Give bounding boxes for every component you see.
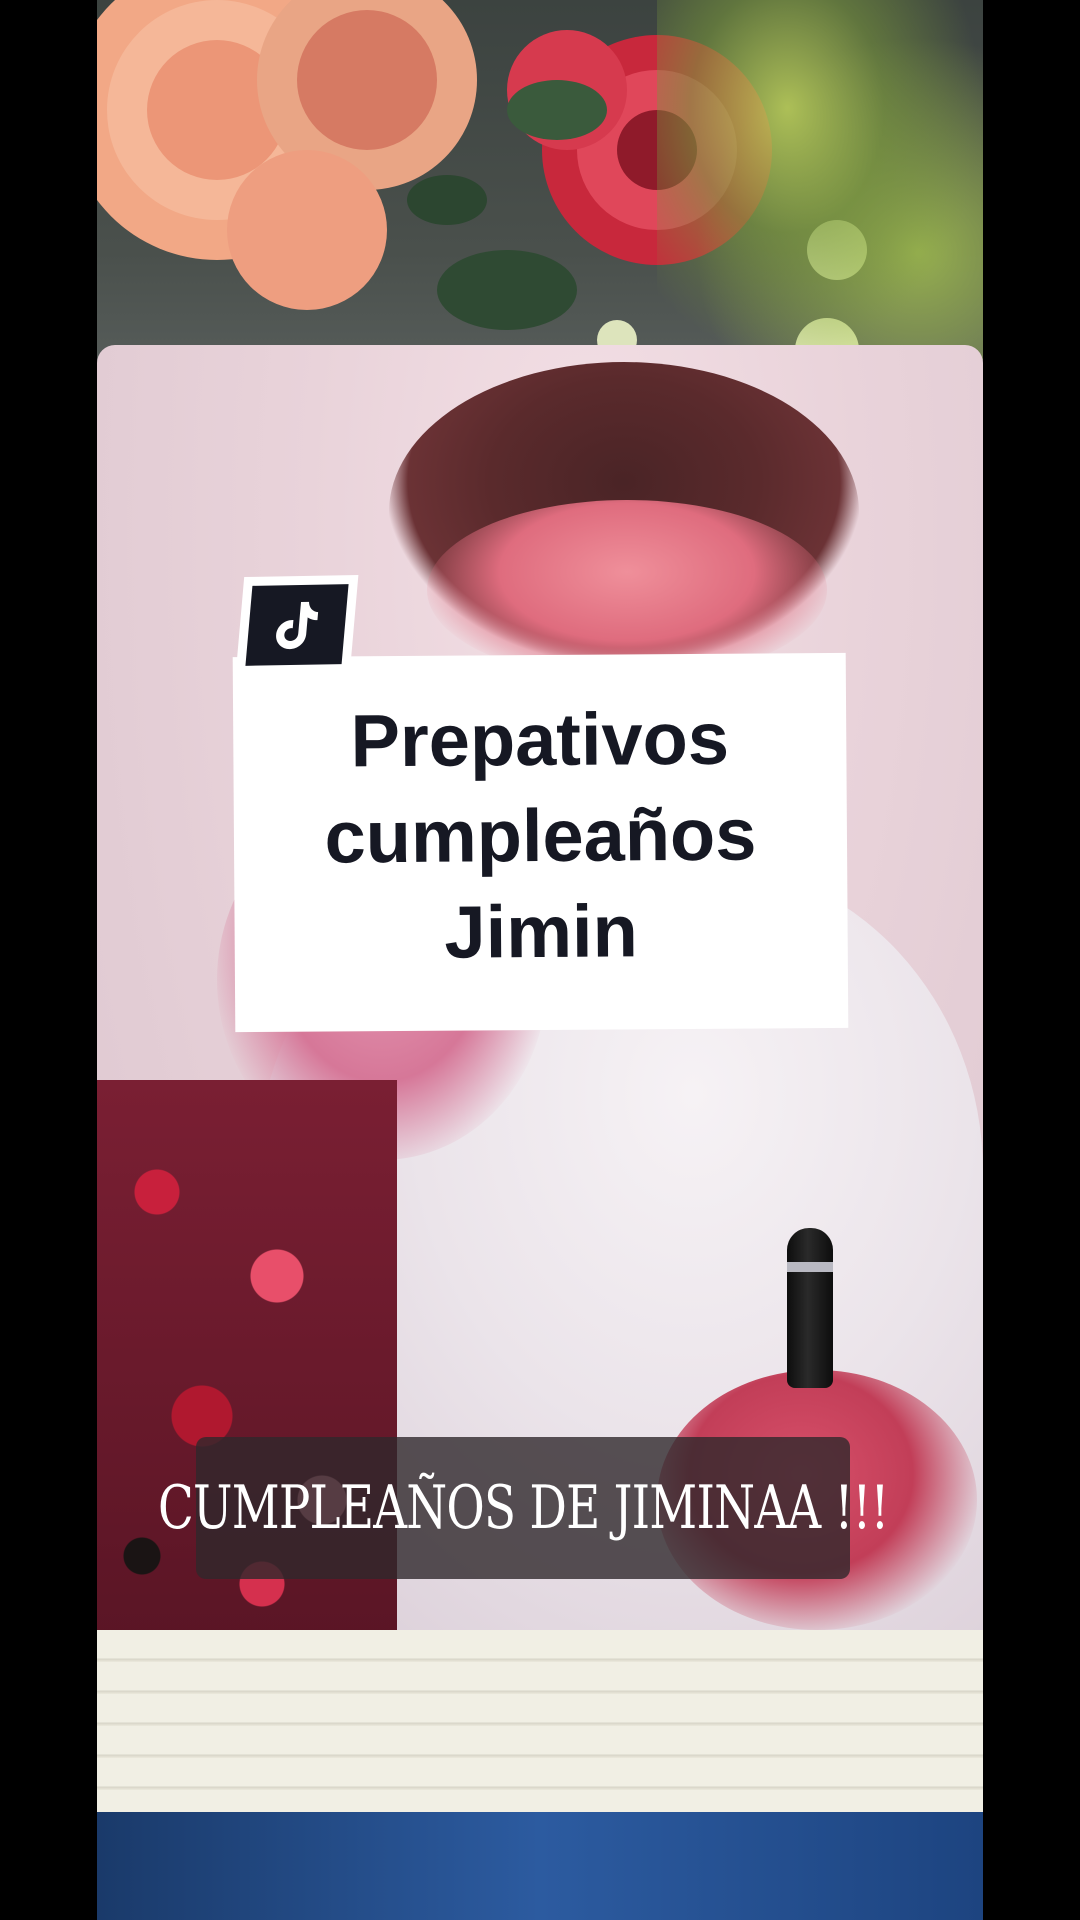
title-line-2: cumpleaños [324, 791, 757, 879]
marker-pen [787, 1228, 833, 1388]
tiktok-logo-icon [276, 601, 319, 650]
tiktok-badge [235, 575, 359, 675]
paper-stack [97, 1630, 983, 1830]
title-line-3: Jimin [444, 888, 639, 974]
caption-box: CUMPLEAÑOS DE JIMINAA !!! [158, 1437, 889, 1579]
title-card: Prepativos cumpleaños Jimin [232, 652, 849, 1033]
marker-pen-band [787, 1262, 833, 1272]
screen: Prepativos cumpleaños Jimin CUMPLEAÑOS D… [0, 0, 1080, 1920]
peach-dahlia [97, 0, 477, 310]
title-line-1: Prepativos [350, 696, 730, 782]
blue-fabric [97, 1812, 983, 1920]
tiktok-badge-inner [245, 584, 349, 666]
greenery [657, 0, 983, 360]
caption-text: CUMPLEAÑOS DE JIMINAA !!! [157, 1473, 889, 1543]
